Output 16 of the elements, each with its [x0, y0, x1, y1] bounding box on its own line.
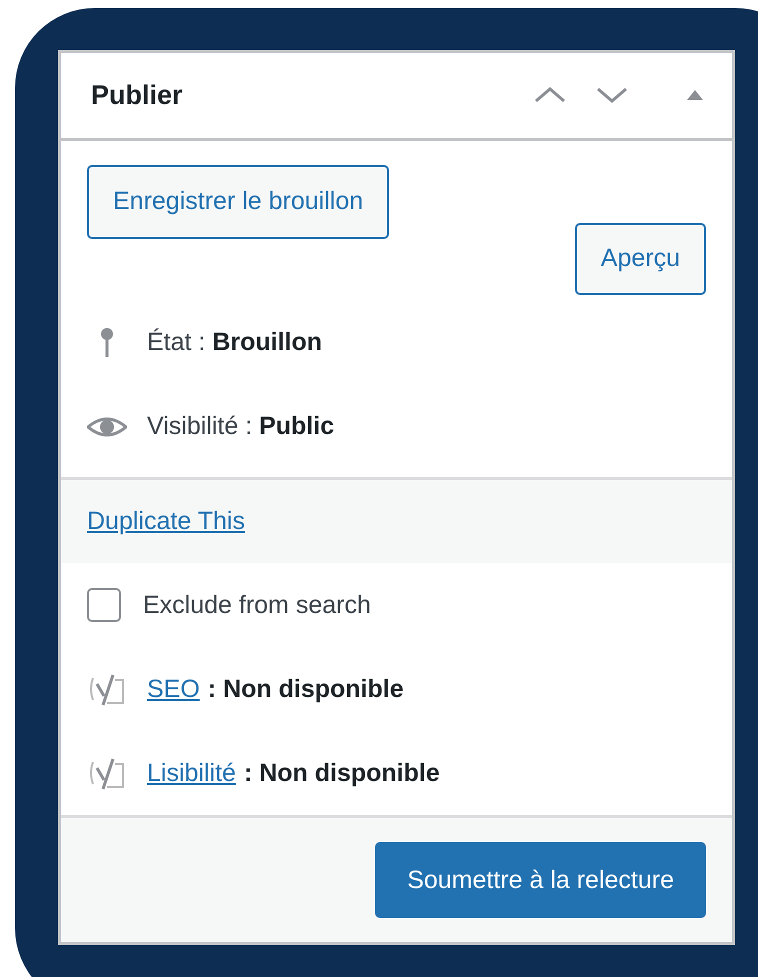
readability-link[interactable]: Lisibilité [147, 758, 236, 788]
preview-button[interactable]: Aperçu [574, 222, 706, 295]
post-status: État : Brouillon [147, 328, 322, 358]
checkbox[interactable] [87, 588, 121, 622]
save-draft-button[interactable]: Enregistrer le brouillon [87, 164, 390, 239]
checkbox-label: Exclude from search [143, 590, 371, 620]
duplicate-link[interactable]: Duplicate This [87, 506, 245, 536]
seo-score-icon [87, 756, 127, 790]
score-status: : Non disponible [208, 674, 404, 704]
seo-link[interactable]: SEO [147, 674, 200, 704]
panel-title: Publier [91, 80, 183, 111]
seo-score-icon [87, 672, 127, 706]
collapse-icon[interactable] [686, 89, 704, 102]
post-visibility: Visibilité : Public [147, 412, 334, 442]
score-status: : Non disponible [244, 758, 440, 788]
submit-review-button[interactable]: Soumettre à la relecture [375, 842, 706, 918]
